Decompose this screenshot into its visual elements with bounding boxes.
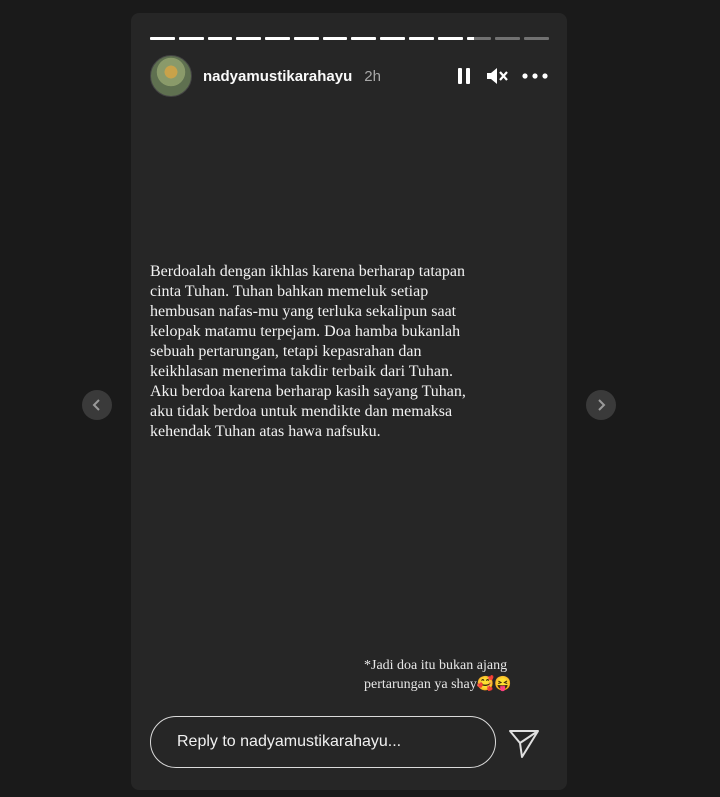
progress-segment [207,37,233,40]
send-icon [509,730,539,758]
more-options-button[interactable] [521,72,549,80]
story-username[interactable]: nadyamustikarahayu [203,68,352,85]
story-time: 2h [364,67,381,85]
pause-button[interactable] [455,66,473,86]
progress-segment [351,37,377,40]
progress-segment [265,37,290,40]
reply-input[interactable]: Reply to nadyamustikarahayu... [150,716,496,768]
mute-button[interactable] [485,65,509,87]
progress-segment [380,37,406,40]
progress-segment [178,37,204,40]
pause-icon [458,68,470,84]
progress-segment [524,37,549,40]
next-story-button[interactable] [586,390,616,420]
previous-story-button[interactable] [82,390,112,420]
progress-segment [236,37,262,40]
send-button[interactable] [507,726,541,760]
speaker-muted-icon [487,68,508,84]
chevron-left-icon [92,399,100,411]
story-footnote: *Jadi doa itu bukan ajang pertarungan ya… [364,658,512,692]
avatar[interactable] [150,55,192,97]
progress-segment [150,37,175,40]
progress-segment [437,37,463,40]
more-icon [522,73,548,79]
progress-segment [495,37,521,40]
story-progress-bar [150,37,549,40]
story-header: nadyamustikarahayu 2h [150,55,549,97]
progress-segment [466,37,492,40]
progress-segment [409,37,434,40]
progress-segment [322,37,348,40]
story-text: Berdoalah dengan ikhlas karena berharap … [150,263,466,440]
chevron-right-icon [598,399,606,411]
story-card: nadyamustikarahayu 2h Berdoalah dengan i… [131,13,567,790]
progress-segment [293,37,319,40]
